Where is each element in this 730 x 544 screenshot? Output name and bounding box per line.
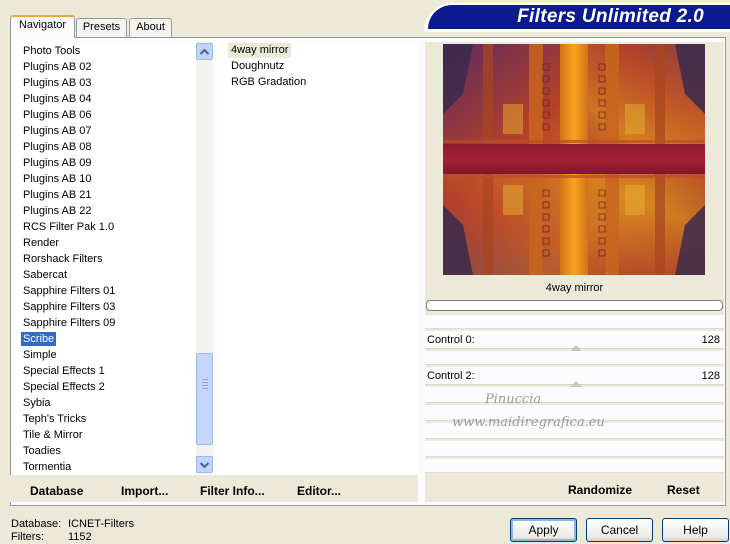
watermark-url: www.maidiregrafica.eu bbox=[452, 415, 605, 430]
watermark-name: Pinuccia bbox=[485, 392, 542, 407]
category-item[interactable]: Rorshack Filters bbox=[21, 252, 104, 266]
category-item[interactable]: Tormentia bbox=[21, 460, 73, 474]
app-banner: Filters Unlimited 2.0 bbox=[428, 5, 730, 29]
reset-button[interactable]: Reset bbox=[667, 483, 700, 497]
category-item[interactable]: Sabercat bbox=[21, 268, 69, 282]
control-empty-row bbox=[425, 459, 724, 473]
filter-item-rgb-gradation[interactable]: RGB Gradation bbox=[228, 75, 309, 90]
category-item[interactable]: Plugins AB 10 bbox=[21, 172, 94, 186]
category-item[interactable]: Plugins AB 08 bbox=[21, 140, 94, 154]
category-item[interactable]: Sapphire Filters 03 bbox=[21, 300, 117, 314]
category-item[interactable]: Plugins AB 07 bbox=[21, 124, 94, 138]
filter-list[interactable]: 4way mirror Doughnutz RGB Gradation bbox=[220, 42, 418, 474]
category-list[interactable]: Photo Tools Plugins AB 02 Plugins AB 03 Plu… bbox=[16, 42, 196, 474]
help-button[interactable]: Help bbox=[662, 518, 729, 542]
preview-filter-name: 4way mirror bbox=[545, 282, 604, 294]
control-label: Control 2: bbox=[427, 370, 475, 382]
control-row-0[interactable]: Control 0: 128 bbox=[425, 331, 724, 352]
category-item[interactable]: Scribe bbox=[21, 332, 57, 346]
left-button-strip: Database Import... Filter Info... Editor… bbox=[10, 475, 418, 502]
chevron-up-icon bbox=[200, 48, 209, 55]
status-database: Database: ICNET-Filters bbox=[11, 518, 134, 531]
category-item[interactable]: Tile & Mirror bbox=[21, 428, 84, 442]
category-item[interactable]: Teph's Tricks bbox=[21, 412, 88, 426]
apply-button[interactable]: Apply bbox=[510, 518, 577, 542]
control-label: Control 0: bbox=[427, 334, 475, 346]
control-empty-row bbox=[425, 387, 724, 403]
status-filters-value: 1152 bbox=[68, 531, 92, 543]
status-database-value: ICNET-Filters bbox=[68, 518, 134, 530]
category-item[interactable]: Special Effects 1 bbox=[21, 364, 107, 378]
preview-panel: 4way mirror Control 0: 128 Control 2: 12… bbox=[425, 42, 724, 502]
status-filters-label: Filters: bbox=[11, 531, 44, 543]
database-button[interactable]: Database bbox=[30, 484, 83, 498]
filter-info-button[interactable]: Filter Info... bbox=[200, 484, 265, 498]
category-item[interactable]: Simple bbox=[21, 348, 59, 362]
tab-presets[interactable]: Presets bbox=[76, 18, 127, 37]
category-item[interactable]: Plugins AB 09 bbox=[21, 156, 94, 170]
category-item[interactable]: Plugins AB 02 bbox=[21, 60, 94, 74]
category-item[interactable]: Toadies bbox=[21, 444, 63, 458]
filter-item-4way-mirror[interactable]: 4way mirror bbox=[228, 43, 292, 58]
scroll-down-button[interactable] bbox=[196, 456, 213, 473]
control-value: 128 bbox=[701, 334, 720, 346]
control-spacer-row bbox=[425, 315, 724, 329]
control-value: 128 bbox=[701, 370, 720, 382]
editor-button[interactable]: Editor... bbox=[297, 484, 341, 498]
category-item[interactable]: Plugins AB 21 bbox=[21, 188, 94, 202]
category-item[interactable]: Plugins AB 04 bbox=[21, 92, 94, 106]
category-item[interactable]: Plugins AB 06 bbox=[21, 108, 94, 122]
control-row-2[interactable]: Control 2: 128 bbox=[425, 367, 724, 388]
progress-bar bbox=[426, 300, 723, 311]
preview-image bbox=[443, 44, 705, 275]
category-scrollbar[interactable] bbox=[196, 42, 213, 474]
category-item[interactable]: Plugins AB 22 bbox=[21, 204, 94, 218]
category-item[interactable]: Photo Tools bbox=[21, 44, 82, 58]
control-spacer-row bbox=[425, 351, 724, 365]
category-item[interactable]: Sybia bbox=[21, 396, 53, 410]
import-button[interactable]: Import... bbox=[121, 484, 168, 498]
category-item[interactable]: Sapphire Filters 09 bbox=[21, 316, 117, 330]
category-item[interactable]: Sapphire Filters 01 bbox=[21, 284, 117, 298]
category-item[interactable]: RCS Filter Pak 1.0 bbox=[21, 220, 116, 234]
tab-navigator[interactable]: Navigator bbox=[10, 15, 75, 38]
chevron-down-icon bbox=[200, 461, 209, 468]
scroll-up-button[interactable] bbox=[196, 43, 213, 60]
control-empty-row bbox=[425, 441, 724, 457]
filter-item-doughnutz[interactable]: Doughnutz bbox=[228, 59, 287, 74]
category-item[interactable]: Plugins AB 03 bbox=[21, 76, 94, 90]
tab-about[interactable]: About bbox=[129, 18, 172, 37]
category-item[interactable]: Render bbox=[21, 236, 61, 250]
cancel-button[interactable]: Cancel bbox=[586, 518, 653, 542]
status-database-label: Database: bbox=[11, 518, 62, 530]
category-item[interactable]: Special Effects 2 bbox=[21, 380, 107, 394]
scroll-thumb[interactable] bbox=[196, 353, 213, 445]
randomize-button[interactable]: Randomize bbox=[568, 483, 632, 497]
status-filters: Filters: 1152 bbox=[11, 531, 92, 544]
